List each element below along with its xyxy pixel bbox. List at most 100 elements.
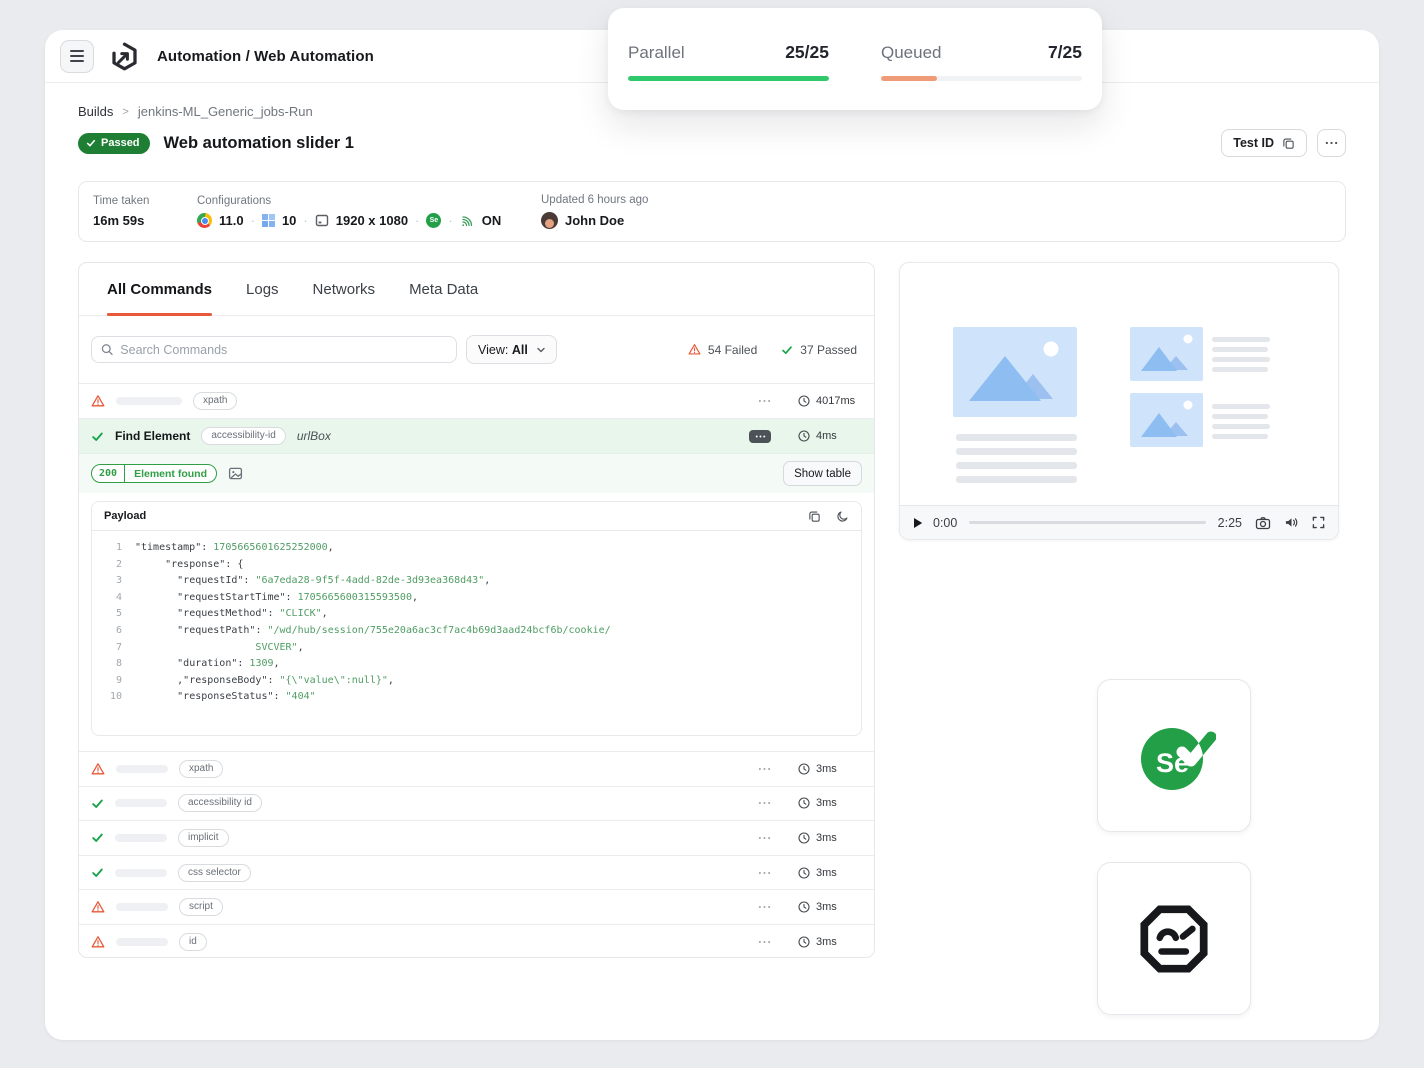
queued-label: Queued: [881, 43, 942, 63]
breadcrumb-current: jenkins-ML_Generic_jobs-Run: [138, 104, 313, 119]
duration: 3ms: [798, 936, 862, 948]
browser-chrome-icon: [197, 213, 212, 228]
robot-framework-logo-icon: [1136, 901, 1212, 977]
clock-icon: [798, 901, 810, 913]
command-skeleton: [116, 903, 168, 911]
warning-icon: [688, 343, 701, 356]
clock-icon: [798, 395, 810, 407]
test-title: Web automation slider 1: [164, 134, 354, 153]
resolution-value: 1920 x 1080: [336, 213, 408, 228]
command-row-selected[interactable]: Find Element accessibility-id urlBox 4ms: [79, 418, 874, 453]
volume-icon[interactable]: [1284, 516, 1299, 529]
tab-networks[interactable]: Networks: [313, 263, 376, 315]
locator-badge: script: [179, 898, 223, 916]
command-row[interactable]: css selector 3ms: [79, 855, 874, 890]
text-line-placeholder: [1212, 424, 1270, 429]
user-name: John Doe: [565, 213, 624, 228]
dark-mode-moon-icon[interactable]: [836, 510, 849, 523]
command-row[interactable]: accessibility id 3ms: [79, 786, 874, 821]
locator-badge: accessibility-id: [201, 427, 285, 445]
command-skeleton: [115, 834, 167, 842]
test-video-player: 0:00 2:25: [899, 262, 1339, 540]
duration-time: 2:25: [1218, 516, 1242, 530]
command-result-row: 200 Element found Show table: [79, 453, 874, 493]
duration: 3ms: [798, 901, 862, 913]
locator-badge: xpath: [179, 760, 223, 778]
breadcrumb-builds-link[interactable]: Builds: [78, 104, 113, 119]
row-more-icon[interactable]: [758, 767, 771, 771]
code-line: 8 "duration": 1309,: [104, 656, 849, 673]
code-line: 6 "requestPath": "/wd/hub/session/755e20…: [104, 623, 849, 640]
video-preview-mockup[interactable]: [900, 263, 1338, 505]
duration: 3ms: [798, 832, 862, 844]
row-more-icon[interactable]: [758, 905, 771, 909]
test-info-bar: Time taken 16m 59s Configurations 11.0 1…: [78, 181, 1346, 242]
locator-badge: id: [179, 933, 207, 951]
code-line: 9 ,"responseBody": "{\"value\":null}",: [104, 673, 849, 690]
parallel-value: 25/25: [785, 42, 829, 63]
locator-value: urlBox: [297, 429, 331, 443]
more-options-button[interactable]: [1317, 129, 1346, 157]
play-button[interactable]: [913, 517, 923, 529]
row-more-icon[interactable]: [758, 801, 771, 805]
command-row[interactable]: xpath 4017ms: [79, 383, 874, 418]
command-row[interactable]: id 3ms: [79, 924, 874, 958]
app-logo-icon: [109, 41, 140, 72]
row-more-icon[interactable]: [749, 430, 771, 443]
tab-bar: All Commands Logs Networks Meta Data: [79, 263, 874, 316]
command-skeleton: [116, 765, 168, 773]
search-icon: [101, 343, 113, 356]
updated-label: Updated 6 hours ago: [541, 194, 648, 206]
tab-meta-data[interactable]: Meta Data: [409, 263, 478, 315]
parallel-stat: Parallel 25/25: [628, 42, 829, 110]
seek-bar[interactable]: [969, 521, 1205, 524]
locator-badge: implicit: [178, 829, 229, 847]
code-line: 7 SVCVER",: [104, 640, 849, 657]
resolution-icon: [315, 214, 329, 227]
row-more-icon[interactable]: [758, 399, 771, 403]
show-table-button[interactable]: Show table: [783, 461, 862, 486]
hamburger-menu-button[interactable]: [60, 40, 94, 73]
parallel-bar-fill: [628, 76, 829, 81]
clock-icon: [798, 867, 810, 879]
check-icon: [91, 797, 104, 810]
code-line: 3 "requestId": "6a7eda28-9f5f-4add-82de-…: [104, 573, 849, 590]
text-line-placeholder: [956, 476, 1077, 483]
tab-logs[interactable]: Logs: [246, 263, 279, 315]
row-more-icon[interactable]: [758, 871, 771, 875]
command-row[interactable]: implicit 3ms: [79, 820, 874, 855]
command-row[interactable]: script 3ms: [79, 889, 874, 924]
page-title: Automation / Web Automation: [157, 48, 374, 65]
row-more-icon[interactable]: [758, 940, 771, 944]
search-commands-input[interactable]: [120, 343, 447, 357]
text-line-placeholder: [1212, 337, 1270, 342]
copy-icon: [1282, 137, 1295, 150]
image-placeholder-small: [1130, 393, 1203, 447]
view-filter-dropdown[interactable]: View: All: [466, 335, 557, 364]
command-name: Find Element: [115, 429, 190, 443]
queued-value: 7/25: [1048, 42, 1082, 63]
clock-icon: [798, 936, 810, 948]
text-line-placeholder: [1212, 434, 1268, 439]
screenshot-image-icon[interactable]: [228, 466, 243, 481]
test-id-button[interactable]: Test ID: [1221, 129, 1307, 157]
duration: 3ms: [798, 763, 862, 775]
failed-count: 54 Failed: [688, 343, 757, 357]
command-row[interactable]: xpath 3ms: [79, 751, 874, 786]
parallel-progress-bar: [628, 76, 829, 81]
configurations-label: Configurations: [197, 195, 541, 207]
image-placeholder-large: [953, 327, 1077, 417]
copy-payload-icon[interactable]: [808, 510, 821, 523]
bottom-command-rows: xpath 3ms accessibility id 3ms implicit: [79, 751, 874, 958]
fullscreen-icon[interactable]: [1312, 516, 1325, 529]
screenshot-camera-icon[interactable]: [1255, 516, 1271, 530]
payload-block: Payload 1"timestamp": 170566560162525200…: [91, 501, 862, 736]
row-more-icon[interactable]: [758, 836, 771, 840]
clock-icon: [798, 763, 810, 775]
parallel-label: Parallel: [628, 43, 685, 63]
tab-all-commands[interactable]: All Commands: [107, 263, 212, 315]
network-status: ON: [482, 213, 502, 228]
ellipsis-icon: [1325, 141, 1338, 145]
text-line-placeholder: [956, 434, 1077, 441]
locator-badge: accessibility id: [178, 794, 262, 812]
